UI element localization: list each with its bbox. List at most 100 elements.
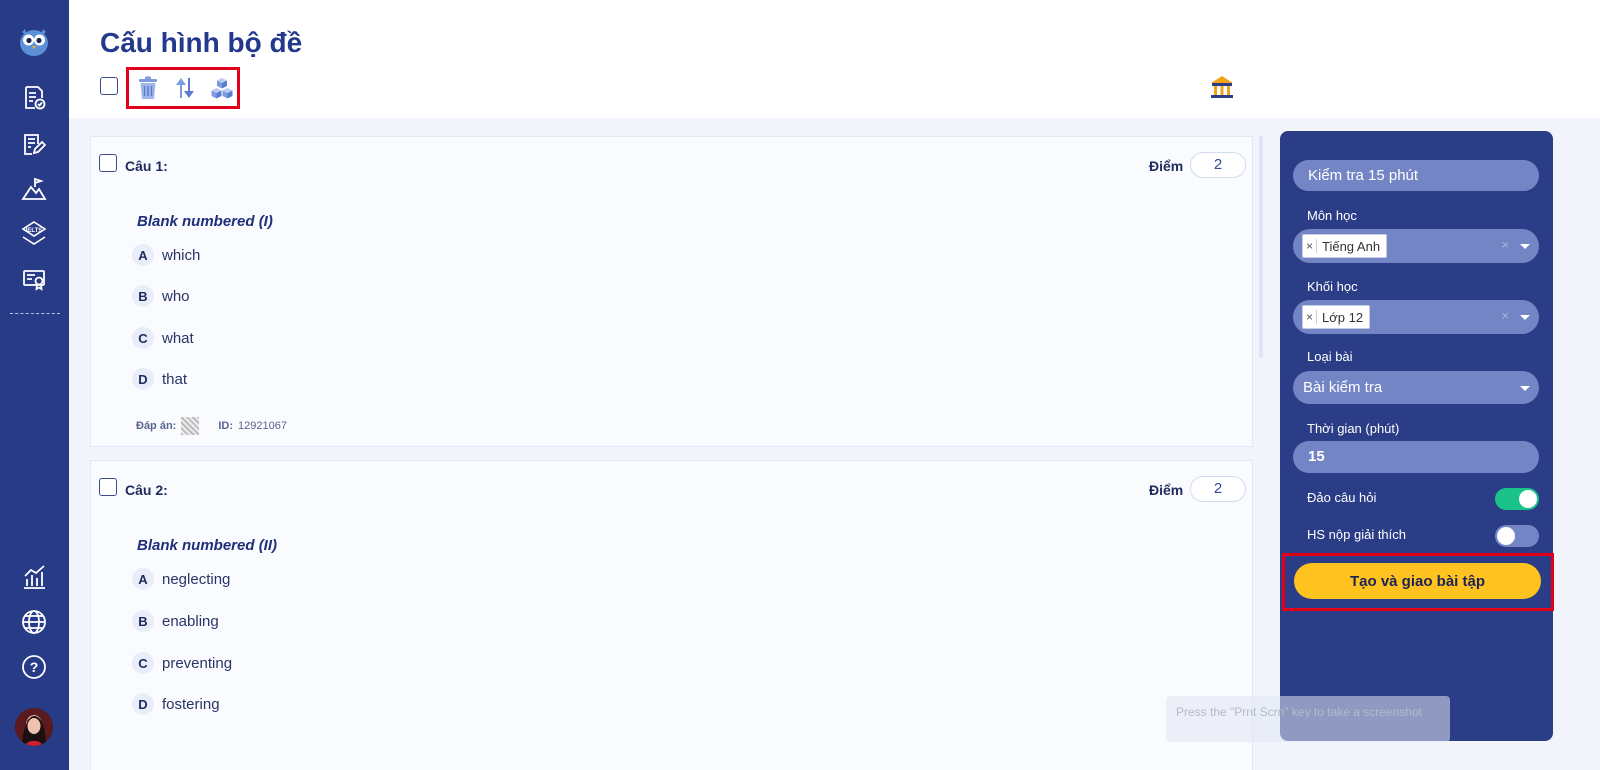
question-list-scrollbar[interactable] <box>1259 136 1263 358</box>
option-text: what <box>162 329 194 347</box>
group-button[interactable] <box>208 74 236 102</box>
page-title: Cấu hình bộ đề <box>100 27 303 58</box>
option-a: A which <box>132 244 200 266</box>
time-value: 15 <box>1308 448 1325 465</box>
screenshot-toast: Press the "Prnt Scrn" key to take a scre… <box>1166 696 1450 742</box>
reorder-button[interactable] <box>171 74 199 102</box>
score-input[interactable]: 2 <box>1190 152 1246 178</box>
score-label: Điểm <box>1149 158 1184 174</box>
header: Cấu hình bộ đề <box>69 0 1600 118</box>
option-letter: B <box>132 285 154 307</box>
chevron-down-icon[interactable] <box>1520 244 1530 249</box>
question-footer: Đáp án: ID: 12921067 <box>136 417 287 435</box>
mountain-flag-icon[interactable] <box>18 173 50 205</box>
settings-panel: Kiểm tra 15 phút Môn học × Tiếng Anh × K… <box>1280 131 1553 741</box>
explain-toggle[interactable] <box>1495 525 1539 547</box>
svg-text:IELTS: IELTS <box>26 228 43 234</box>
clear-icon[interactable]: × <box>1501 308 1509 323</box>
edit-document-icon[interactable] <box>18 128 50 160</box>
svg-text:?: ? <box>30 659 39 675</box>
score-label: Điểm <box>1149 482 1184 498</box>
answer-image <box>181 417 200 435</box>
id-label: ID: <box>218 420 234 432</box>
sidebar-divider <box>10 313 60 314</box>
time-label: Thời gian (phút) <box>1307 421 1400 436</box>
test-title-input[interactable]: Kiểm tra 15 phút <box>1293 160 1539 191</box>
option-c: C preventing <box>132 652 232 674</box>
grade-select[interactable]: × Lớp 12 × <box>1293 300 1539 334</box>
option-letter: D <box>132 693 154 715</box>
owl-logo-icon[interactable] <box>17 24 51 58</box>
option-d: D that <box>132 368 187 390</box>
submit-highlight: Tạo và giao bài tập <box>1282 553 1554 611</box>
option-letter: A <box>132 568 154 590</box>
select-all-checkbox[interactable] <box>100 77 118 95</box>
subject-tag: × Tiếng Anh <box>1302 234 1388 258</box>
create-and-assign-button[interactable]: Tạo và giao bài tập <box>1294 563 1541 599</box>
analytics-icon[interactable] <box>18 561 50 593</box>
question-label: Câu 2: <box>125 482 168 498</box>
option-text: enabling <box>162 612 219 630</box>
option-text: which <box>162 246 201 264</box>
answer-label: Đáp án: <box>136 420 177 432</box>
question-id: 12921067 <box>238 420 287 432</box>
sidebar: IELTS ? <box>0 0 69 770</box>
time-input[interactable]: 15 <box>1293 441 1539 473</box>
shuffle-toggle[interactable] <box>1495 488 1539 510</box>
help-icon[interactable]: ? <box>18 651 50 683</box>
trash-icon <box>139 76 157 99</box>
tag-remove-button[interactable]: × <box>1303 310 1317 324</box>
exam-list-icon[interactable] <box>18 82 50 114</box>
option-letter: B <box>132 610 154 632</box>
option-text: who <box>162 287 190 305</box>
shuffle-label: Đảo câu hỏi <box>1307 490 1377 505</box>
question-text: Blank numbered (II) <box>137 537 278 554</box>
option-a: A neglecting <box>132 568 230 590</box>
question-bank-icon[interactable] <box>1208 73 1236 101</box>
tag-text: Tiếng Anh <box>1322 238 1381 254</box>
option-letter: C <box>132 327 154 349</box>
subject-label: Môn học <box>1307 208 1357 223</box>
explain-label: HS nộp giải thích <box>1307 527 1407 542</box>
chevron-down-icon[interactable] <box>1520 386 1530 391</box>
option-text: fostering <box>162 695 220 713</box>
question-label: Câu 1: <box>125 158 168 174</box>
grade-label: Khối học <box>1307 279 1358 294</box>
type-label: Loại bài <box>1307 349 1353 364</box>
option-letter: D <box>132 368 154 390</box>
option-letter: C <box>132 652 154 674</box>
option-text: preventing <box>162 654 233 672</box>
option-c: C what <box>132 327 194 349</box>
option-text: neglecting <box>162 570 231 588</box>
clear-icon[interactable]: × <box>1501 237 1509 252</box>
question-checkbox[interactable] <box>99 154 117 172</box>
type-select[interactable]: Bài kiểm tra <box>1293 371 1539 404</box>
ielts-icon[interactable]: IELTS <box>18 218 50 250</box>
option-text: that <box>162 370 188 388</box>
option-b: B who <box>132 285 190 307</box>
certificate-icon[interactable] <box>18 263 50 295</box>
toggle-knob <box>1497 527 1515 545</box>
question-text: Blank numbered (I) <box>137 213 273 230</box>
delete-button[interactable] <box>134 74 162 102</box>
globe-icon[interactable] <box>18 606 50 638</box>
option-b: B enabling <box>132 610 219 632</box>
tag-remove-button[interactable]: × <box>1303 239 1317 253</box>
grade-tag: × Lớp 12 <box>1302 305 1371 329</box>
question-card: Câu 2: Điểm 2 Blank numbered (II) A negl… <box>90 460 1253 770</box>
type-value: Bài kiểm tra <box>1303 379 1383 396</box>
question-card: Câu 1: Điểm 2 Blank numbered (I) A which… <box>90 136 1253 447</box>
toggle-knob <box>1519 490 1537 508</box>
cubes-icon <box>211 78 233 99</box>
tag-text: Lớp 12 <box>1322 309 1364 325</box>
bulk-action-toolbar <box>126 67 240 109</box>
subject-select[interactable]: × Tiếng Anh × <box>1293 229 1539 263</box>
avatar[interactable] <box>15 708 53 746</box>
question-list: Câu 1: Điểm 2 Blank numbered (I) A which… <box>90 136 1253 770</box>
question-checkbox[interactable] <box>99 478 117 496</box>
swap-arrows-icon <box>176 78 194 98</box>
option-letter: A <box>132 244 154 266</box>
chevron-down-icon[interactable] <box>1520 315 1530 320</box>
score-input[interactable]: 2 <box>1190 476 1246 502</box>
option-d: D fostering <box>132 693 220 715</box>
